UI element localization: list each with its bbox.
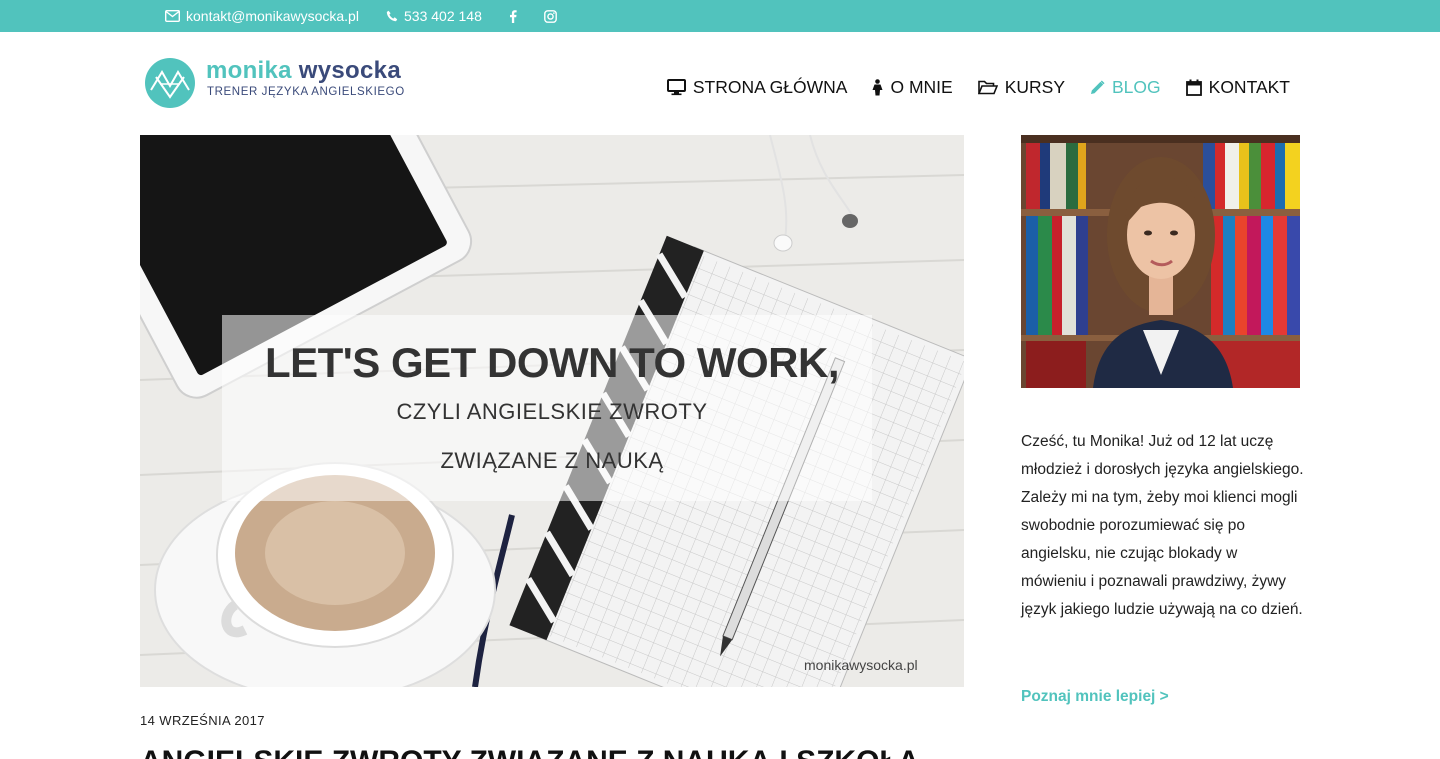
main-nav: STRONA GŁÓWNA O MNIE KURSY BLOG KONTAKT: [666, 72, 1290, 102]
nav-label: BLOG: [1112, 76, 1161, 97]
email-text: kontakt@monikawysocka.pl: [186, 8, 359, 24]
site-logo[interactable]: monika wysocka TRENER JĘZYKA ANGIELSKIEG…: [142, 55, 404, 114]
logo-name-last: wysocka: [298, 57, 401, 84]
about-more-link[interactable]: Poznaj mnie lepiej >: [1021, 688, 1169, 706]
hero-watermark: monikawysocka.pl: [804, 657, 918, 673]
post-date: 14 WRZEŚNIA 2017: [140, 713, 265, 728]
phone-link[interactable]: 533 402 148: [386, 0, 482, 32]
nav-label: KURSY: [1004, 76, 1065, 97]
post-title[interactable]: ANGIELSKIE ZWROTY ZWIĄZANE Z NAUKĄ I SZK…: [140, 745, 970, 759]
calendar-icon: [1185, 79, 1202, 96]
author-bio: Cześć, tu Monika! Już od 12 lat uczę mło…: [1021, 433, 1304, 618]
pencil-icon: [1090, 79, 1105, 95]
author-portrait-illustration: [1021, 135, 1300, 388]
nav-item-courses[interactable]: KURSY: [977, 76, 1065, 98]
hero-title: LET'S GET DOWN TO WORK,: [264, 339, 840, 386]
monitor-icon: [666, 78, 686, 96]
facebook-icon[interactable]: [509, 0, 517, 32]
hero-subtitle-1: CZYLI ANGIELSKIE ZWROTY: [396, 399, 708, 424]
email-link[interactable]: kontakt@monikawysocka.pl: [165, 0, 359, 32]
nav-item-about[interactable]: O MNIE: [872, 76, 953, 98]
hero-subtitle-2: ZWIĄZANE Z NAUKĄ: [440, 448, 664, 473]
phone-text: 533 402 148: [404, 8, 482, 24]
logo-name: monika wysocka: [206, 56, 401, 86]
nav-item-blog[interactable]: BLOG: [1090, 77, 1161, 98]
author-photo: [1021, 135, 1300, 388]
instagram-icon[interactable]: [544, 0, 557, 32]
nav-item-contact[interactable]: KONTAKT: [1185, 76, 1290, 98]
logo-mark-icon: [144, 57, 196, 114]
person-icon: [872, 78, 883, 96]
nav-item-home[interactable]: STRONA GŁÓWNA: [666, 76, 848, 98]
nav-label: O MNIE: [890, 76, 953, 97]
nav-label: KONTAKT: [1208, 76, 1290, 97]
phone-icon: [386, 10, 398, 22]
envelope-icon: [165, 10, 180, 22]
top-contact-bar: kontakt@monikawysocka.pl 533 402 148: [0, 0, 1440, 32]
nav-label: STRONA GŁÓWNA: [692, 76, 848, 97]
post-featured-image[interactable]: LET'S GET DOWN TO WORK, CZYLI ANGIELSKIE…: [140, 135, 964, 687]
logo-name-first: monika: [206, 57, 299, 84]
logo-tagline: TRENER JĘZYKA ANGIELSKIEGO: [207, 86, 405, 98]
folder-open-icon: [977, 80, 998, 95]
